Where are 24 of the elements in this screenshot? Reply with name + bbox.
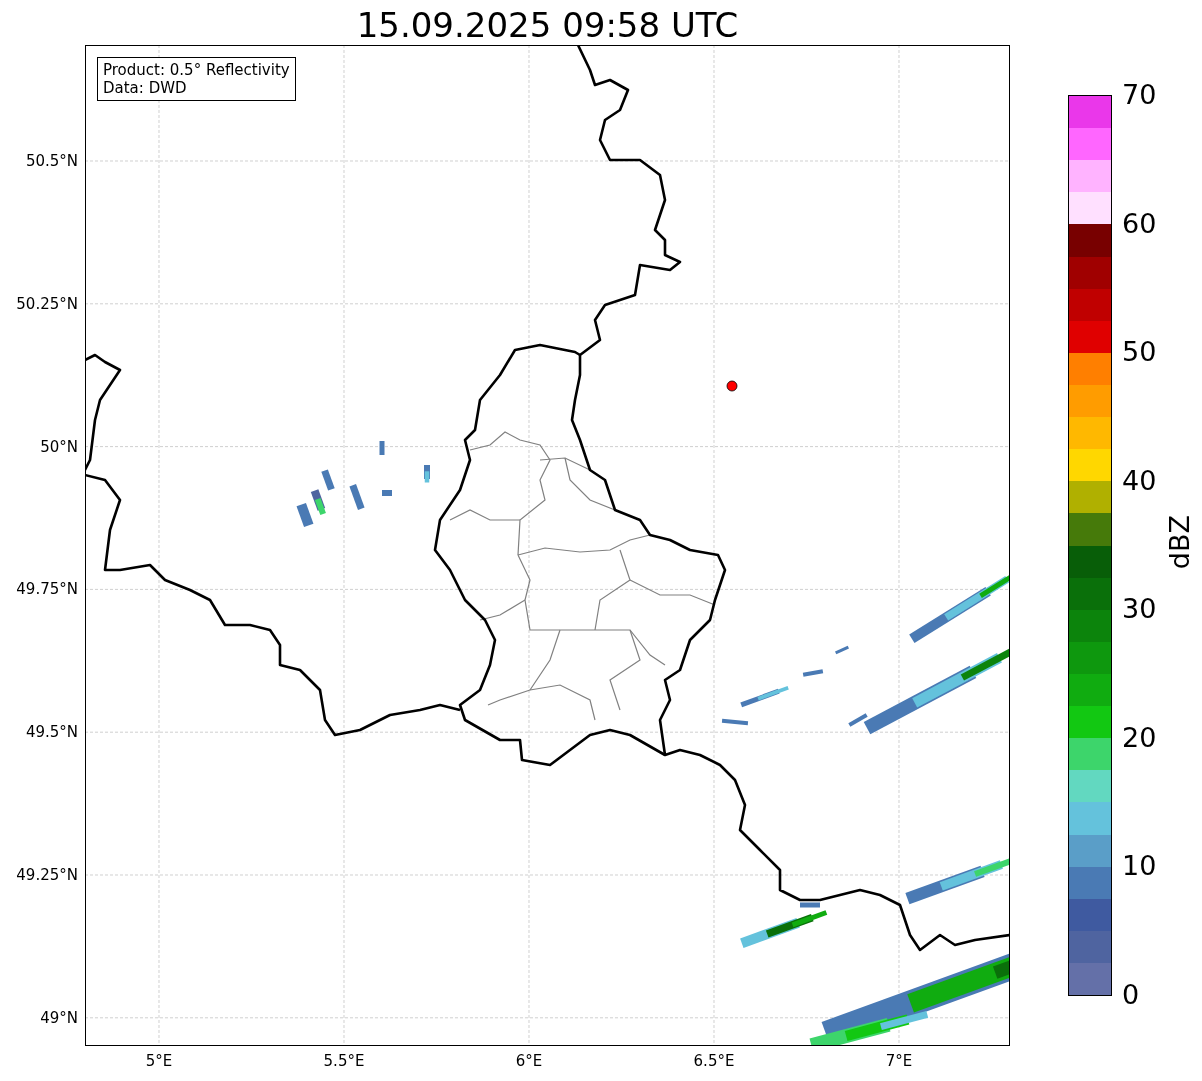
latitude-label: 50°N xyxy=(40,437,78,456)
latitude-label: 50.5°N xyxy=(25,152,78,170)
longitude-label: 5.5°E xyxy=(323,1052,365,1070)
colorbar-tick-label: 70 xyxy=(1122,80,1157,110)
colorbar-tick-label: 60 xyxy=(1122,208,1157,239)
longitude-label: 5°E xyxy=(145,1052,173,1070)
latitude-label: 49°N xyxy=(40,1008,78,1027)
colorbar-tick-label: 50 xyxy=(1122,337,1157,368)
annotation-text: Data: DWD xyxy=(103,79,188,97)
latitude-label: 49.5°N xyxy=(25,723,78,742)
colorbar-tick-label: 40 xyxy=(1122,465,1157,496)
colorbar-tick-label: 20 xyxy=(1122,722,1157,753)
colorbar-tick-label: 10 xyxy=(1122,851,1157,882)
latitude-label: 50.25°N xyxy=(16,294,78,313)
longitude-label: 7°E xyxy=(885,1052,913,1070)
latitude-label: 49.75°N xyxy=(16,580,78,599)
colorbar-tick-label: 30 xyxy=(1122,594,1157,625)
longitude-label: 6°E xyxy=(515,1052,543,1070)
latitude-label: 49.25°N xyxy=(16,866,78,884)
annotation-text: Product: 0.5° Reflectivity xyxy=(103,61,290,79)
longitude-label: 6.5°E xyxy=(693,1052,735,1070)
colorbar-tick-label: 0 xyxy=(1122,980,1140,1010)
chart-title: 15.09.2025 09:58 UTC xyxy=(356,5,739,45)
colorbar-label: dBZ xyxy=(1164,515,1196,570)
